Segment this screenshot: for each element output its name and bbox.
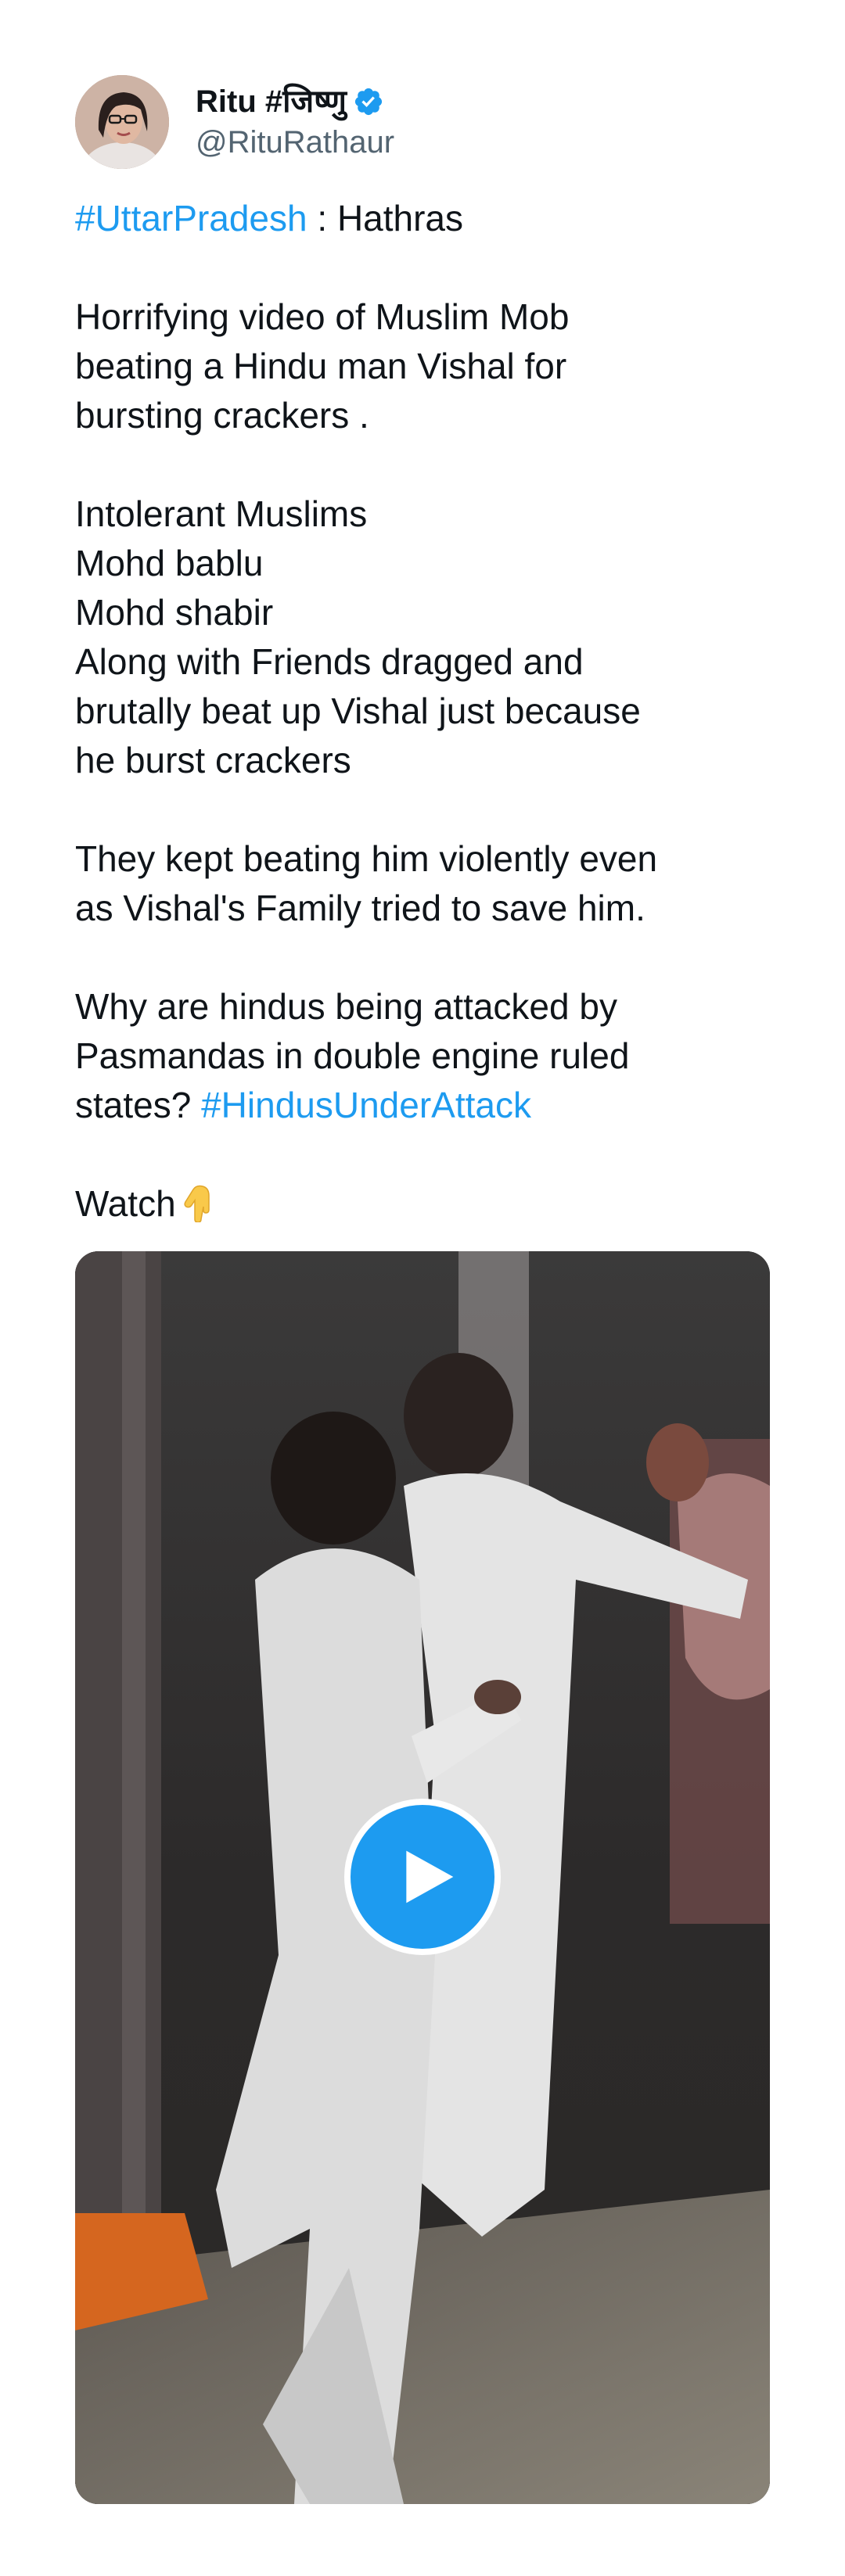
tweet-paragraph-location: #UttarPradesh : Hathras [75, 194, 764, 243]
tweet-header: Ritu #जिष्णु @RituRathaur [75, 74, 770, 170]
tweet-card: Ritu #जिष्णु @RituRathaur #UttarPradesh … [75, 74, 770, 1229]
text-line: bursting crackers . [75, 395, 369, 436]
text-line: Why are hindus being attacked by [75, 986, 617, 1027]
author-handle[interactable]: @RituRathaur [196, 122, 394, 163]
text-line: beating a Hindu man Vishal for [75, 346, 567, 386]
video-player[interactable] [75, 1251, 770, 2504]
tweet-paragraph-watch: Watch [75, 1179, 764, 1229]
display-name-row: Ritu #जिष्णु [196, 81, 394, 122]
text-line: as Vishal's Family tried to save him. [75, 888, 645, 928]
text-line: he burst crackers [75, 740, 351, 780]
avatar[interactable] [75, 75, 169, 169]
states-prefix: states? [75, 1085, 202, 1125]
text-line: They kept beating him violently even [75, 838, 658, 879]
tweet-paragraph-4: Why are hindus being attacked by Pasmand… [75, 982, 764, 1130]
text-line-with-hashtag: states? #HindusUnderAttack [75, 1081, 764, 1130]
watch-label: Watch [75, 1183, 176, 1224]
author-names: Ritu #जिष्णु @RituRathaur [196, 81, 394, 163]
text-line: Along with Friends dragged and [75, 641, 584, 682]
hashtag-uttarpradesh-link[interactable]: #UttarPradesh [75, 198, 307, 239]
location-line: #UttarPradesh : Hathras [75, 194, 764, 243]
pointing-down-emoji-icon [178, 1185, 212, 1222]
verified-badge-icon [353, 86, 384, 117]
play-button[interactable] [344, 1799, 501, 1955]
tweet-paragraph-1: Horrifying video of Muslim Mob beating a… [75, 292, 764, 440]
watch-line: Watch [75, 1179, 764, 1229]
tweet-paragraph-3: They kept beating him violently even as … [75, 834, 764, 933]
play-icon [406, 1850, 454, 1903]
tweet-paragraph-2: Intolerant Muslims Mohd bablu Mohd shabi… [75, 490, 764, 785]
location-suffix: : Hathras [307, 198, 464, 239]
text-line: Pasmandas in double engine ruled [75, 1035, 630, 1076]
hashtag-hindusunderattack-link[interactable]: #HindusUnderAttack [201, 1085, 531, 1125]
display-name[interactable]: Ritu #जिष्णु [196, 81, 347, 122]
text-line: Mohd bablu [75, 543, 264, 583]
text-line: brutally beat up Vishal just because [75, 691, 641, 731]
text-line: Intolerant Muslims [75, 493, 368, 534]
text-line: Horrifying video of Muslim Mob [75, 296, 570, 337]
text-line: Mohd shabir [75, 592, 274, 633]
tweet-text: #UttarPradesh : Hathras Horrifying video… [75, 194, 764, 1229]
